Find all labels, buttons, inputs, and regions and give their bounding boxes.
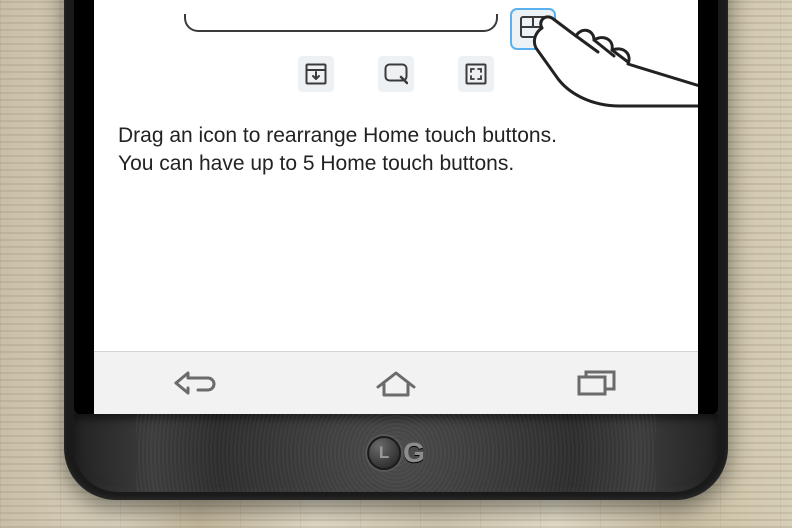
back-icon — [172, 369, 218, 397]
draggable-button-notification[interactable] — [298, 56, 334, 92]
draggable-button-dual-window[interactable] — [510, 8, 556, 50]
drop-target-bar[interactable] — [184, 14, 498, 32]
phone-body: L G — [64, 0, 728, 500]
back-button[interactable] — [165, 363, 225, 403]
qmemo-icon — [384, 63, 408, 85]
draggable-button-qslide[interactable] — [458, 56, 494, 92]
draggable-button-qmemo[interactable] — [378, 56, 414, 92]
instruction-line-1: Drag an icon to rearrange Home touch but… — [118, 122, 674, 150]
qslide-icon — [465, 63, 487, 85]
instruction-text: Drag an icon to rearrange Home touch but… — [118, 122, 674, 179]
dual-window-icon — [520, 16, 546, 38]
notification-pulldown-icon — [305, 63, 327, 85]
recent-apps-button[interactable] — [567, 363, 627, 403]
brand-logo-g: G — [403, 439, 425, 467]
recent-apps-icon — [576, 369, 618, 397]
brand-logo: L G — [367, 436, 425, 470]
home-icon — [373, 369, 419, 397]
available-buttons-row — [94, 56, 698, 92]
instruction-line-2: You can have up to 5 Home touch buttons. — [118, 150, 674, 178]
phone-chin: L G — [74, 414, 718, 492]
screen: Drag an icon to rearrange Home touch but… — [94, 0, 698, 414]
bezel: Drag an icon to rearrange Home touch but… — [74, 0, 718, 414]
home-touch-button-bar — [94, 351, 698, 414]
home-button[interactable] — [366, 363, 426, 403]
button-arrangement-area — [94, 0, 698, 102]
brand-logo-l: L — [367, 436, 401, 470]
